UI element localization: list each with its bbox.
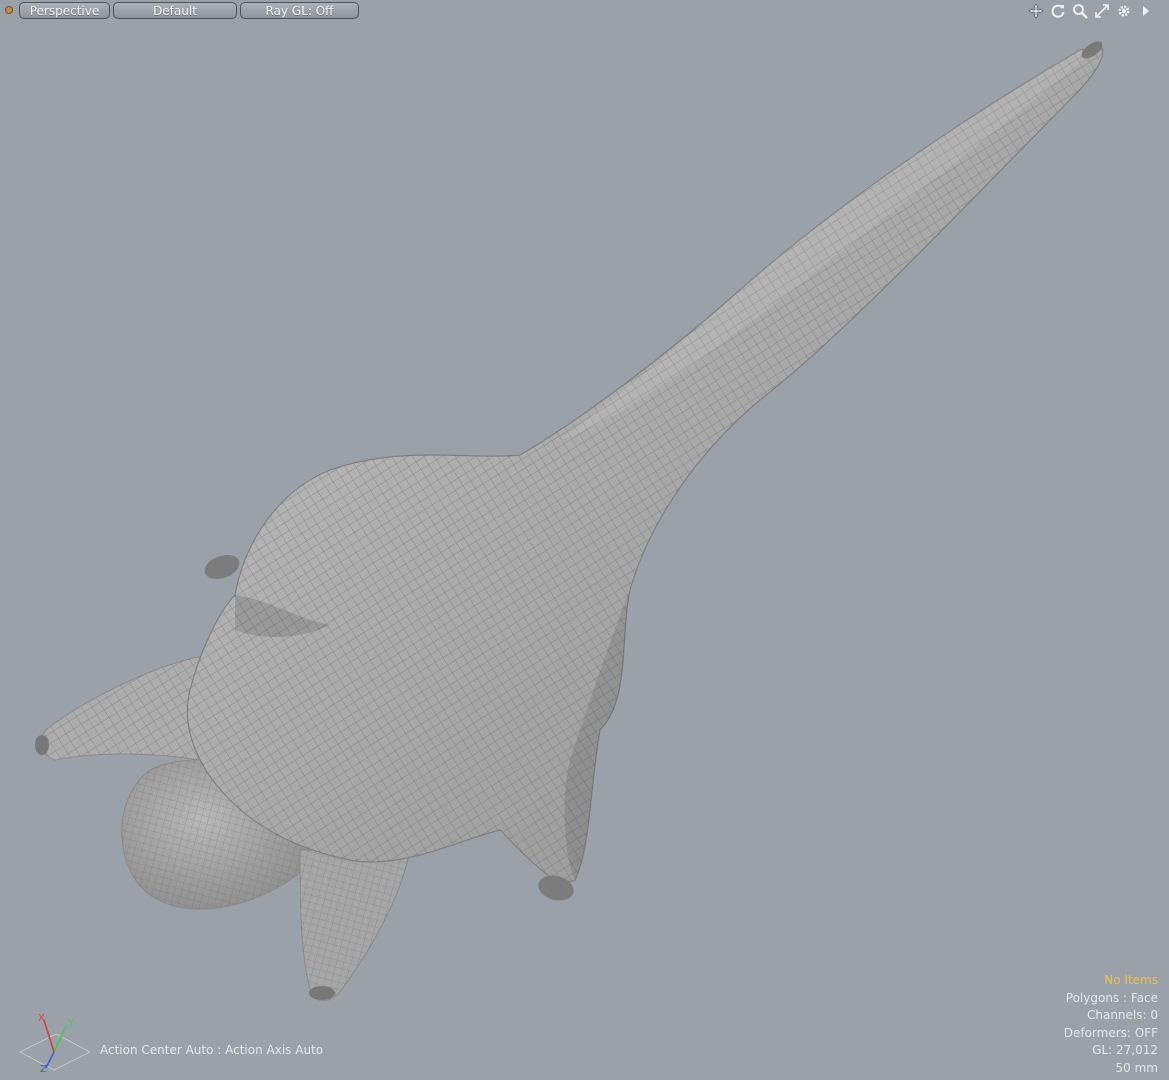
shading-style-dropdown[interactable]: Default — [113, 2, 237, 19]
channels-count: Channels: 0 — [1086, 1008, 1158, 1023]
move-view-icon[interactable] — [1027, 2, 1045, 20]
maximize-view-icon[interactable] — [1093, 2, 1111, 20]
lens-focal-length: 50 mm — [1115, 1060, 1158, 1075]
gl-polygon-count: GL: 27,012 — [1092, 1043, 1158, 1058]
expand-arrow-icon[interactable] — [1137, 2, 1155, 20]
selection-status: No Items — [1104, 973, 1158, 987]
settings-gear-icon[interactable] — [1115, 2, 1133, 20]
tip-ear — [204, 554, 240, 580]
viewport-toolbar: Perspective Default Ray GL: Off — [0, 0, 1169, 22]
horn-shadow — [560, 46, 1100, 440]
rotate-view-icon[interactable] — [1049, 2, 1067, 20]
mesh-group — [35, 41, 1104, 1002]
3d-viewport[interactable]: Perspective Default Ray GL: Off Y X Z Ac… — [0, 0, 1169, 1080]
polygons-mode: Polygons : Face — [1065, 990, 1158, 1005]
axis-gizmo: Y X Z — [19, 1013, 91, 1075]
viewport-tools — [1027, 2, 1155, 20]
subdivision-mesh-model[interactable] — [0, 0, 1169, 1080]
action-center-status: Action Center Auto : Action Axis Auto — [100, 1043, 324, 1057]
deformers-status: Deformers: OFF — [1063, 1025, 1158, 1040]
zoom-view-icon[interactable] — [1071, 2, 1089, 20]
axis-x-label: X — [38, 1013, 45, 1024]
axis-z-label: Z — [40, 1064, 47, 1075]
viewport-menu-dot[interactable] — [5, 6, 13, 14]
tip-leg — [309, 986, 335, 1000]
axis-y-label: Y — [67, 1018, 75, 1029]
tip-arm — [35, 735, 49, 755]
view-type-dropdown[interactable]: Perspective — [19, 2, 110, 19]
viewport-info-panel: No Items Polygons : Face Channels: 0 Def… — [1064, 972, 1158, 1078]
raygl-toggle[interactable]: Ray GL: Off — [240, 2, 359, 19]
